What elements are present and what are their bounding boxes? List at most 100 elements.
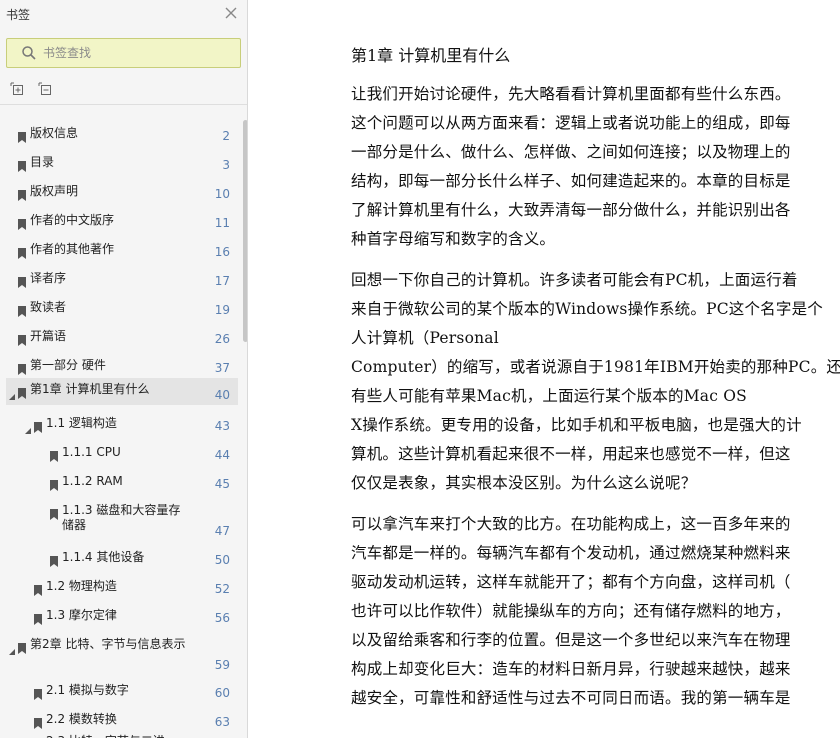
bookmark-item[interactable]: 1.1.3 磁盘和大容量存储器 47 [6,499,238,541]
bookmark-icon [18,215,26,230]
body-text-line: 来自于微软公司的某个版本的Windows操作系统。PC这个名字是个 [351,300,823,318]
bookmark-page-number: 37 [214,361,230,375]
body-text-line: 一部分是什么、做什么、怎样做、之间如何连接；以及物理上的 [351,143,791,161]
bookmark-label: 第2章 比特、字节与信息表示 [30,637,186,651]
bookmark-label: 1.1.2 RAM [62,474,123,488]
bookmark-item[interactable]: 译者序 17 [6,267,238,291]
body-text-line: Computer）的缩写，或者说源自于1981年IBM开始卖的那种PC。还 [351,358,840,376]
bookmark-page-number: 47 [214,524,230,538]
bookmark-item[interactable]: 版权信息 2 [6,122,238,146]
body-text-line: 仅仅是表象，其实根本没区别。为什么这么说呢？ [351,474,697,492]
bookmark-item[interactable]: 第一部分 硬件 37 [6,354,238,378]
bookmark-label: 第1章 计算机里有什么 [30,382,150,396]
bookmark-icon [18,384,26,399]
bookmark-item[interactable]: 目录 3 [6,151,238,175]
document-page: 第1章 计算机里有什么 让我们开始讨论硬件，先大略看看计算机里面都有些什么东西。… [256,0,840,738]
bookmark-label: 版权声明 [30,184,79,198]
bookmark-page-number: 3 [222,158,230,172]
bookmark-tree: 版权信息 2 目录 3 版权声明 10 作者的中文版序 11 作者的其他著作 16 译者序 17 致读者… [0,0,240,738]
bookmark-icon [50,476,58,491]
bookmark-page-number: 10 [214,187,230,201]
body-text-line: 以及留给乘客和行李的位置。但是这一个多世纪以来汽车在物理 [351,631,791,649]
bookmark-icon [18,302,26,317]
bookmark-icon [18,639,26,654]
bookmark-page-number: 59 [214,658,230,672]
bookmark-label: 1.3 摩尔定律 [46,608,117,622]
bookmark-icon [50,552,58,567]
bookmark-icon [18,331,26,346]
bookmark-item[interactable]: 第1章 计算机里有什么 40 [6,378,238,405]
bookmark-item[interactable]: 1.1 逻辑构造 43 [6,412,238,436]
bookmark-page-number: 44 [214,448,230,462]
bookmark-label: 1.1 逻辑构造 [46,416,117,430]
body-text-line: 算机。这些计算机看起来很不一样，用起来也感觉不一样，但这 [351,445,791,463]
bookmark-item[interactable]: 2.2 模数转换 63 [6,708,238,732]
bookmark-page-number: 52 [214,582,230,596]
body-text-line: 结构，即每一部分长什么样子、如何建造起来的。本章的目标是 [351,172,791,190]
bookmark-label: 2.2 模数转换 [46,712,117,726]
bookmark-icon [50,447,58,462]
bookmark-item[interactable]: 1.3 摩尔定律 56 [6,604,238,628]
bookmark-page-number: 45 [214,477,230,491]
bookmark-icon [18,128,26,143]
sidebar-scroll-thumb[interactable] [243,120,247,342]
bookmark-page-number: 56 [214,611,230,625]
bookmark-page-number: 17 [214,274,230,288]
body-text-line: 驱动发动机运转，这样车就能开了；都有个方向盘，这样司机（ [351,573,791,591]
body-text-line: 让我们开始讨论硬件，先大略看看计算机里面都有些什么东西。 [351,85,791,103]
bookmark-icon [18,157,26,172]
bookmark-item[interactable]: 作者的其他著作 16 [6,238,238,262]
bookmark-item[interactable]: 1.1.1 CPU 44 [6,441,238,465]
bookmark-label: 2.1 模拟与数字 [46,683,129,697]
sidebar-scrollbar[interactable] [242,106,247,738]
bookmark-label: 作者的中文版序 [30,213,115,227]
bookmark-item[interactable]: 版权声明 10 [6,180,238,204]
body-text-line: 构成上却变化巨大：造车的材料日新月异，行驶越来越快，越来 [351,660,791,678]
bookmark-label: 版权信息 [30,126,79,140]
bookmark-item[interactable]: 开篇语 26 [6,325,238,349]
bookmark-page-number: 11 [214,216,230,230]
bookmark-icon [18,244,26,259]
chapter-title: 第1章 计算机里有什么 [351,46,511,65]
bookmark-icon [34,418,42,433]
body-text-line: 了解计算机里有什么，大致弄清每一部分做什么，并能识别出各 [351,201,791,219]
bookmark-icon [34,610,42,625]
bookmark-icon [34,685,42,700]
expand-arrow-icon[interactable] [8,386,16,400]
bookmark-item[interactable]: 1.1.2 RAM 45 [6,470,238,494]
bookmark-icon [50,505,58,520]
bookmark-page-number: 19 [214,303,230,317]
bookmark-label: 译者序 [30,271,67,285]
bookmark-label: 2.3 比特、字节与二进 [46,734,165,738]
expand-arrow-icon[interactable] [24,420,32,434]
body-text-line: 汽车都是一样的。每辆汽车都有个发动机，通过燃烧某种燃料来 [351,544,791,562]
bookmark-icon [18,360,26,375]
body-text-line: 这个问题可以从两方面来看：逻辑上或者说功能上的组成，即每 [351,114,791,132]
bookmark-icon [34,714,42,729]
expand-arrow-icon[interactable] [8,641,16,655]
bookmark-label: 目录 [30,155,55,169]
bookmark-page-number: 50 [214,553,230,567]
bookmark-label: 1.2 物理构造 [46,579,117,593]
bookmark-item[interactable]: 致读者 19 [6,296,238,320]
bookmark-page-number: 63 [214,715,230,729]
bookmark-page-number: 16 [214,245,230,259]
bookmark-label: 致读者 [30,300,67,314]
bookmark-page-number: 43 [214,419,230,433]
bookmark-item[interactable]: 作者的中文版序 11 [6,209,238,233]
bookmark-label: 1.1.1 CPU [62,445,121,459]
bookmark-page-number: 40 [214,388,230,402]
body-text-line: 回想一下你自己的计算机。许多读者可能会有PC机，上面运行着 [351,271,798,289]
body-text-line: X操作系统。更专用的设备，比如手机和平板电脑，也是强大的计 [351,416,802,434]
bookmark-page-number: 60 [214,686,230,700]
bookmark-item[interactable]: 1.1.4 其他设备 50 [6,546,238,570]
bookmark-item[interactable]: 第2章 比特、字节与信息表示 59 [6,633,238,675]
bookmark-label: 第一部分 硬件 [30,358,106,372]
bookmark-label: 1.1.4 其他设备 [62,550,145,564]
bookmark-item[interactable]: 2.3 比特、字节与二进 [6,730,238,738]
bookmark-page-number: 2 [222,129,230,143]
bookmark-page-number: 26 [214,332,230,346]
bookmark-item[interactable]: 1.2 物理构造 52 [6,575,238,599]
bookmark-icon [18,273,26,288]
bookmark-item[interactable]: 2.1 模拟与数字 60 [6,679,238,703]
